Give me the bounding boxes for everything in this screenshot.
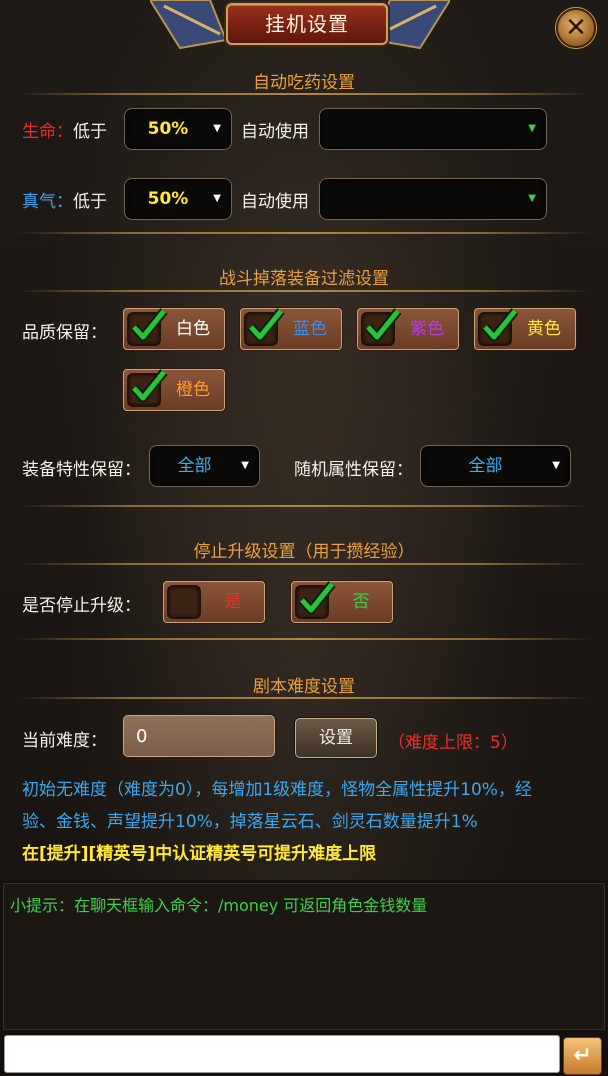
quality-checkbox[interactable]: 蓝色 [240,308,342,350]
dropdown-arrow-icon: ▼ [528,193,536,204]
dropdown-arrow-icon: ▼ [213,123,221,134]
quality-checkbox[interactable]: 白色 [123,308,225,350]
send-button[interactable]: ↵ [563,1037,602,1075]
mp-percent-select[interactable]: 50% ▼ [124,178,232,220]
filter-section-title: 战斗掉落装备过滤设置 [219,269,389,289]
divider [16,93,592,95]
levelup-section-title: 停止升级设置（用于攒经验） [193,542,415,562]
trait-label: 装备特性保留： [22,460,141,480]
no-label: 否 [352,592,370,612]
divider [16,638,592,640]
stop-levelup-yes-checkbox[interactable]: 是 [163,581,265,623]
set-difficulty-button[interactable]: 设置 [295,718,377,758]
hp-label: 生命：低于 [22,122,107,142]
difficulty-desc-line1: 初始无难度（难度为0），每增加1级难度，怪物全属性提升10%，经 [22,780,532,800]
divider [16,697,592,699]
mp-percent-value: 50% [147,189,189,209]
mp-auto-use-label: 自动使用 [241,192,309,212]
hp-percent-value: 50% [147,119,189,139]
stop-levelup-label: 是否停止升级： [22,596,141,616]
difficulty-limit-text: （难度上限：5） [388,733,518,753]
mp-label: 真气：低于 [22,192,107,212]
difficulty-desc-line2: 验、金钱、声望提升10%，掉落星云石、剑灵石数量提升1% [22,812,478,832]
trait-select[interactable]: 全部 ▼ [149,445,260,487]
elite-hint-text: 在[提升][精英号]中认证精英号可提升难度上限 [22,844,377,864]
quality-label: 品质保留： [22,323,107,343]
random-attr-value: 全部 [468,456,503,476]
quality-checkbox[interactable]: 紫色 [357,308,459,350]
difficulty-label: 当前难度： [22,731,107,751]
return-arrow-icon: ↵ [573,1043,592,1068]
chat-tip: 小提示：在聊天框输入命令：/money 可返回角色金钱数量 [10,896,428,915]
quality-label: 黄色 [527,319,561,339]
trait-value: 全部 [177,456,212,476]
mp-item-select[interactable]: ▼ [319,178,547,220]
checkbox-box [167,585,201,619]
quality-label: 紫色 [410,319,444,339]
dropdown-arrow-icon: ▼ [241,460,249,471]
hp-percent-select[interactable]: 50% ▼ [124,108,232,150]
potion-section-title: 自动吃药设置 [253,73,355,93]
divider [16,505,592,507]
quality-checkbox[interactable]: 黄色 [474,308,576,350]
dropdown-arrow-icon: ▼ [528,123,536,134]
dropdown-arrow-icon: ▼ [552,460,560,471]
hp-auto-use-label: 自动使用 [241,122,309,142]
divider [16,232,592,234]
hp-item-select[interactable]: ▼ [319,108,547,150]
window-title: 挂机设置 [226,3,388,45]
quality-label: 白色 [176,319,210,339]
dropdown-arrow-icon: ▼ [213,193,221,204]
difficulty-section-title: 剧本难度设置 [253,677,355,697]
yes-label: 是 [224,592,242,612]
quality-label: 橙色 [176,380,210,400]
random-attr-select[interactable]: 全部 ▼ [420,445,571,487]
divider [16,563,592,565]
close-button[interactable]: ✕ [556,8,596,48]
divider [16,290,592,292]
quality-checkbox[interactable]: 橙色 [123,369,225,411]
difficulty-input[interactable]: 0 [123,715,275,757]
quality-label: 蓝色 [293,319,327,339]
chat-input[interactable] [4,1035,560,1073]
stop-levelup-no-checkbox[interactable]: 否 [291,581,393,623]
chat-log: 小提示：在聊天框输入命令：/money 可返回角色金钱数量 [3,883,605,1030]
random-attr-label: 随机属性保留： [294,460,413,480]
close-icon: ✕ [565,13,587,43]
